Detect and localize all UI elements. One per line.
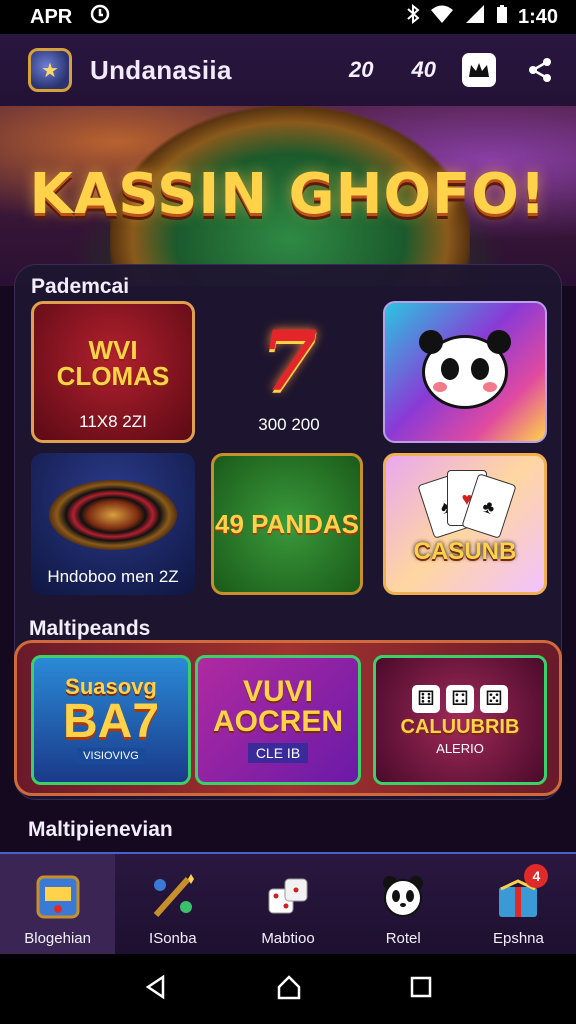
banner-subtitle: BA7 bbox=[62, 695, 160, 748]
game-tile-panda[interactable] bbox=[383, 301, 547, 443]
share-icon[interactable] bbox=[524, 54, 556, 86]
counter-a[interactable]: 20 bbox=[349, 57, 373, 83]
game-title: WVI CLOMAS bbox=[56, 335, 170, 391]
app-logo-icon[interactable]: ★ bbox=[28, 48, 72, 92]
sync-icon bbox=[90, 4, 110, 30]
header-counters: 20 40 bbox=[349, 57, 436, 83]
hero-banner[interactable]: KASSIN GHOFO! bbox=[0, 106, 576, 286]
featured-banner-strip: Suasovg BA7 VISIOVIVG VUVI AOCREN CLE IB… bbox=[14, 640, 562, 796]
app-title: Undanasiia bbox=[90, 54, 232, 85]
slot-machine-icon bbox=[30, 868, 86, 924]
featured-banner-caluubrib[interactable]: ⚅ ⚃ ⚄ CALUUBRIB ALERIO bbox=[373, 655, 547, 785]
bluetooth-icon bbox=[406, 3, 420, 30]
back-icon[interactable] bbox=[143, 974, 169, 1005]
game-caption: Hndoboo men 2Z bbox=[47, 567, 179, 586]
game-caption: 300 200 bbox=[258, 415, 320, 434]
game-tile-roulette[interactable]: Hndoboo men 2Z bbox=[31, 453, 195, 595]
panda-icon bbox=[419, 330, 511, 409]
game-tile-pandas[interactable]: 49 PANDAS bbox=[211, 453, 363, 595]
gift-box-icon: 4 bbox=[490, 863, 549, 924]
nav-item-mabtioo[interactable]: Mabtioo bbox=[230, 854, 345, 954]
panda-icon bbox=[375, 868, 431, 924]
nav-label: Mabtioo bbox=[261, 929, 315, 947]
home-icon[interactable] bbox=[275, 973, 303, 1006]
battery-icon bbox=[496, 4, 508, 30]
nav-item-epshna[interactable]: 4 Epshna bbox=[461, 854, 576, 954]
dice-icon: ⚅ ⚃ ⚄ bbox=[412, 684, 508, 713]
featured-banner-aocren[interactable]: VUVI AOCREN CLE IB bbox=[195, 655, 361, 785]
wifi-icon bbox=[430, 4, 454, 30]
banner-title: VUVI AOCREN bbox=[212, 675, 343, 738]
crown-icon[interactable] bbox=[462, 53, 496, 87]
hero-title: KASSIN GHOFO! bbox=[29, 162, 547, 227]
game-title: 49 PANDAS bbox=[214, 509, 359, 539]
recents-icon[interactable] bbox=[409, 975, 433, 1004]
clock: 1:40 bbox=[517, 5, 558, 28]
playing-cards-icon: ♠ ♥ ♣ bbox=[417, 470, 517, 539]
bottom-nav: Blogehian ISonba Mabtioo Rotel 4 Epshna bbox=[0, 852, 576, 954]
nav-label: ISonba bbox=[149, 929, 197, 947]
game-tile-clomas[interactable]: WVI CLOMAS 11X8 2ZI bbox=[31, 301, 195, 443]
dice-icon bbox=[260, 868, 316, 924]
banner-subtitle: CLE IB bbox=[247, 743, 309, 763]
game-tile-seven[interactable]: 7 300 200 bbox=[211, 301, 367, 443]
roulette-wheel-icon bbox=[49, 480, 177, 550]
game-caption: 11X8 2ZI bbox=[79, 412, 147, 431]
featured-banner-ba7[interactable]: Suasovg BA7 VISIOVIVG bbox=[31, 655, 191, 785]
section-title-1: Pademcai bbox=[31, 275, 130, 298]
magic-wand-icon bbox=[145, 868, 201, 924]
nav-label: Epshna bbox=[492, 929, 544, 947]
banner-subtitle: ALERIO bbox=[436, 740, 484, 756]
banner-title: CALUUBRIB bbox=[400, 715, 520, 738]
notification-badge: 4 bbox=[524, 863, 549, 888]
game-title: CASUNB bbox=[413, 538, 517, 565]
section-title-2: Maltipeands bbox=[29, 617, 151, 640]
nav-label: Blogehian bbox=[24, 929, 91, 947]
banner-tag: VISIOVIVG bbox=[77, 748, 145, 764]
nav-label: Rotel bbox=[385, 929, 421, 947]
nav-item-blogehian[interactable]: Blogehian bbox=[0, 854, 116, 954]
nav-item-isonba[interactable]: ISonba bbox=[115, 854, 230, 954]
nav-item-rotel[interactable]: Rotel bbox=[346, 854, 461, 954]
game-tile-casunb[interactable]: ♠ ♥ ♣ CASUNB bbox=[383, 453, 547, 595]
counter-b[interactable]: 40 bbox=[412, 57, 436, 83]
signal-icon bbox=[464, 4, 486, 30]
carrier-text: APR bbox=[30, 5, 73, 28]
status-bar: APR 1:40 bbox=[0, 0, 576, 34]
game-title: 7 bbox=[260, 314, 318, 410]
app-header: ★ Undanasiia 20 40 bbox=[0, 34, 576, 106]
system-nav-bar bbox=[0, 954, 576, 1024]
section-title-3: Maltipienevian bbox=[28, 818, 173, 841]
